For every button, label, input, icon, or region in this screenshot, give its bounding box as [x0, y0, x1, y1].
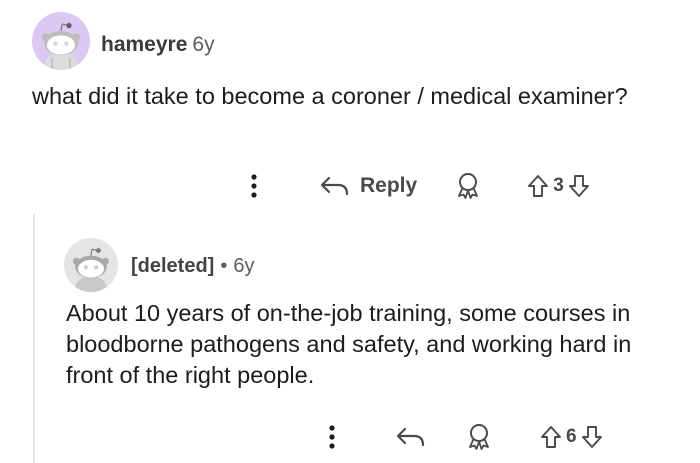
upvote-arrow-icon	[541, 426, 561, 448]
vote-count: 6	[566, 426, 577, 447]
downvote-arrow-icon	[581, 426, 602, 448]
award-button[interactable]	[466, 423, 492, 451]
award-button[interactable]	[455, 172, 481, 200]
reply-arrow-icon	[396, 427, 425, 447]
reply-arrow-icon	[320, 176, 349, 196]
downvote-button[interactable]	[568, 174, 590, 198]
comment-author-line: hameyre 6y	[101, 32, 215, 58]
reply-author-name: [deleted]	[131, 255, 215, 277]
snoo-avatar-icon[interactable]	[64, 238, 118, 292]
upvote-button[interactable]	[540, 425, 562, 449]
upvote-button[interactable]	[527, 174, 549, 198]
downvote-arrow-icon	[568, 175, 589, 197]
comment-thread: hameyre 6y what did it take to become a c…	[0, 0, 700, 463]
more-vertical-icon	[329, 425, 335, 449]
comment-body: what did it take to become a coroner / m…	[32, 83, 628, 109]
vote-count: 3	[553, 175, 564, 196]
upvote-arrow-icon	[528, 175, 549, 197]
comment-age: 6y	[192, 33, 215, 56]
reply-author-line: [deleted] • 6y	[131, 253, 254, 279]
thread-line[interactable]	[33, 214, 35, 463]
snoo-avatar-icon[interactable]	[32, 12, 90, 70]
more-vertical-icon	[251, 174, 257, 198]
more-options-button[interactable]	[240, 166, 268, 206]
reply-label: Reply	[360, 174, 418, 197]
meta-separator: •	[220, 255, 228, 277]
reply-button[interactable]	[396, 417, 426, 457]
more-options-button[interactable]	[318, 417, 346, 457]
award-icon	[458, 173, 479, 199]
comment-author-name[interactable]: hameyre	[101, 33, 187, 56]
reply-body: About 10 years of on-the-job training, s…	[66, 300, 632, 388]
reply-age: 6y	[233, 255, 255, 277]
downvote-button[interactable]	[581, 425, 603, 449]
reply-button[interactable]: Reply	[320, 166, 417, 206]
comment-action-bar: Reply 3	[240, 166, 660, 206]
reply-action-bar: 6	[318, 417, 658, 457]
award-icon	[469, 424, 489, 450]
